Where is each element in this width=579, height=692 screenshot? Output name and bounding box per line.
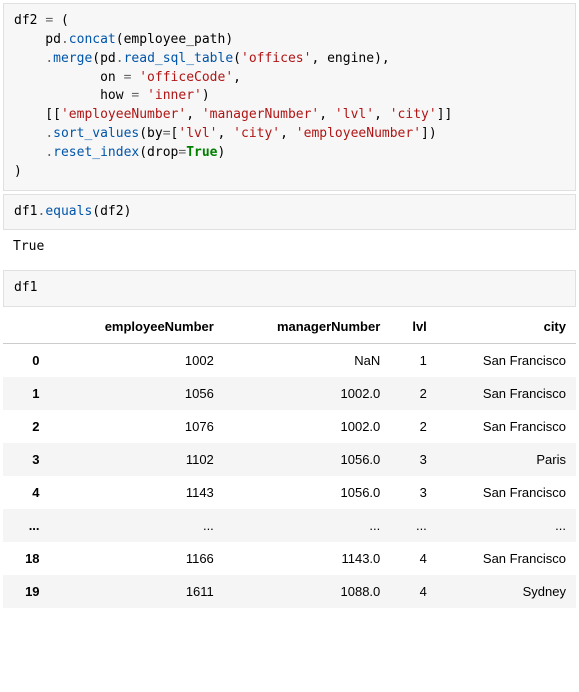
cell: 3 — [390, 476, 437, 509]
table-row: 19 1611 1088.0 4 Sydney — [3, 575, 576, 608]
code-line: how = 'inner') — [14, 88, 210, 103]
cell: ... — [390, 509, 437, 542]
cell: 1 — [390, 344, 437, 378]
cell: 3 — [390, 443, 437, 476]
cell: San Francisco — [437, 377, 576, 410]
dataframe-output: employeeNumber managerNumber lvl city 0 … — [3, 310, 576, 608]
table-header-row: employeeNumber managerNumber lvl city — [3, 310, 576, 344]
cell: 1002.0 — [224, 377, 390, 410]
col-header: managerNumber — [224, 310, 390, 344]
code-cell-1: df2 = ( pd.concat(employee_path) .merge(… — [3, 3, 576, 191]
row-index: 4 — [3, 476, 50, 509]
col-header: city — [437, 310, 576, 344]
cell: 2 — [390, 377, 437, 410]
cell: 1056 — [50, 377, 224, 410]
row-index: 0 — [3, 344, 50, 378]
code-line: .reset_index(drop=True) — [14, 145, 225, 160]
table-row-ellipsis: ... ... ... ... ... — [3, 509, 576, 542]
code-line: [['employeeNumber', 'managerNumber', 'lv… — [14, 107, 452, 122]
code-cell-2: df1.equals(df2) — [3, 194, 576, 231]
table-row: 1 1056 1002.0 2 San Francisco — [3, 377, 576, 410]
cell: San Francisco — [437, 344, 576, 378]
cell: Paris — [437, 443, 576, 476]
cell: ... — [437, 509, 576, 542]
code-line: df1.equals(df2) — [14, 204, 131, 219]
code-line: .sort_values(by=['lvl', 'city', 'employe… — [14, 126, 437, 141]
cell: Sydney — [437, 575, 576, 608]
cell: 1076 — [50, 410, 224, 443]
code-line: on = 'officeCode', — [14, 70, 241, 85]
row-index: 3 — [3, 443, 50, 476]
cell: San Francisco — [437, 410, 576, 443]
cell: 1056.0 — [224, 443, 390, 476]
cell: ... — [224, 509, 390, 542]
table-row: 2 1076 1002.0 2 San Francisco — [3, 410, 576, 443]
table-row: 4 1143 1056.0 3 San Francisco — [3, 476, 576, 509]
row-index: ... — [3, 509, 50, 542]
row-index: 19 — [3, 575, 50, 608]
code-line: ) — [14, 164, 22, 179]
cell: 1002 — [50, 344, 224, 378]
cell: 1056.0 — [224, 476, 390, 509]
col-header: lvl — [390, 310, 437, 344]
cell: 1611 — [50, 575, 224, 608]
col-header: employeeNumber — [50, 310, 224, 344]
cell: San Francisco — [437, 476, 576, 509]
row-index: 2 — [3, 410, 50, 443]
code-line: .merge(pd.read_sql_table('offices', engi… — [14, 51, 390, 66]
output-cell-2: True — [3, 233, 576, 260]
row-index: 18 — [3, 542, 50, 575]
table-row: 18 1166 1143.0 4 San Francisco — [3, 542, 576, 575]
cell: San Francisco — [437, 542, 576, 575]
cell: 1143 — [50, 476, 224, 509]
cell: ... — [50, 509, 224, 542]
cell: 2 — [390, 410, 437, 443]
table-row: 0 1002 NaN 1 San Francisco — [3, 344, 576, 378]
cell: 1088.0 — [224, 575, 390, 608]
row-index: 1 — [3, 377, 50, 410]
cell: 4 — [390, 575, 437, 608]
code-cell-3: df1 — [3, 270, 576, 307]
cell: 1102 — [50, 443, 224, 476]
cell: 1166 — [50, 542, 224, 575]
table-row: 3 1102 1056.0 3 Paris — [3, 443, 576, 476]
cell: 1002.0 — [224, 410, 390, 443]
code-line: df2 = ( — [14, 13, 69, 28]
cell: NaN — [224, 344, 390, 378]
cell: 1143.0 — [224, 542, 390, 575]
code-line: pd.concat(employee_path) — [14, 32, 233, 47]
cell: 4 — [390, 542, 437, 575]
code-line: df1 — [14, 280, 37, 295]
